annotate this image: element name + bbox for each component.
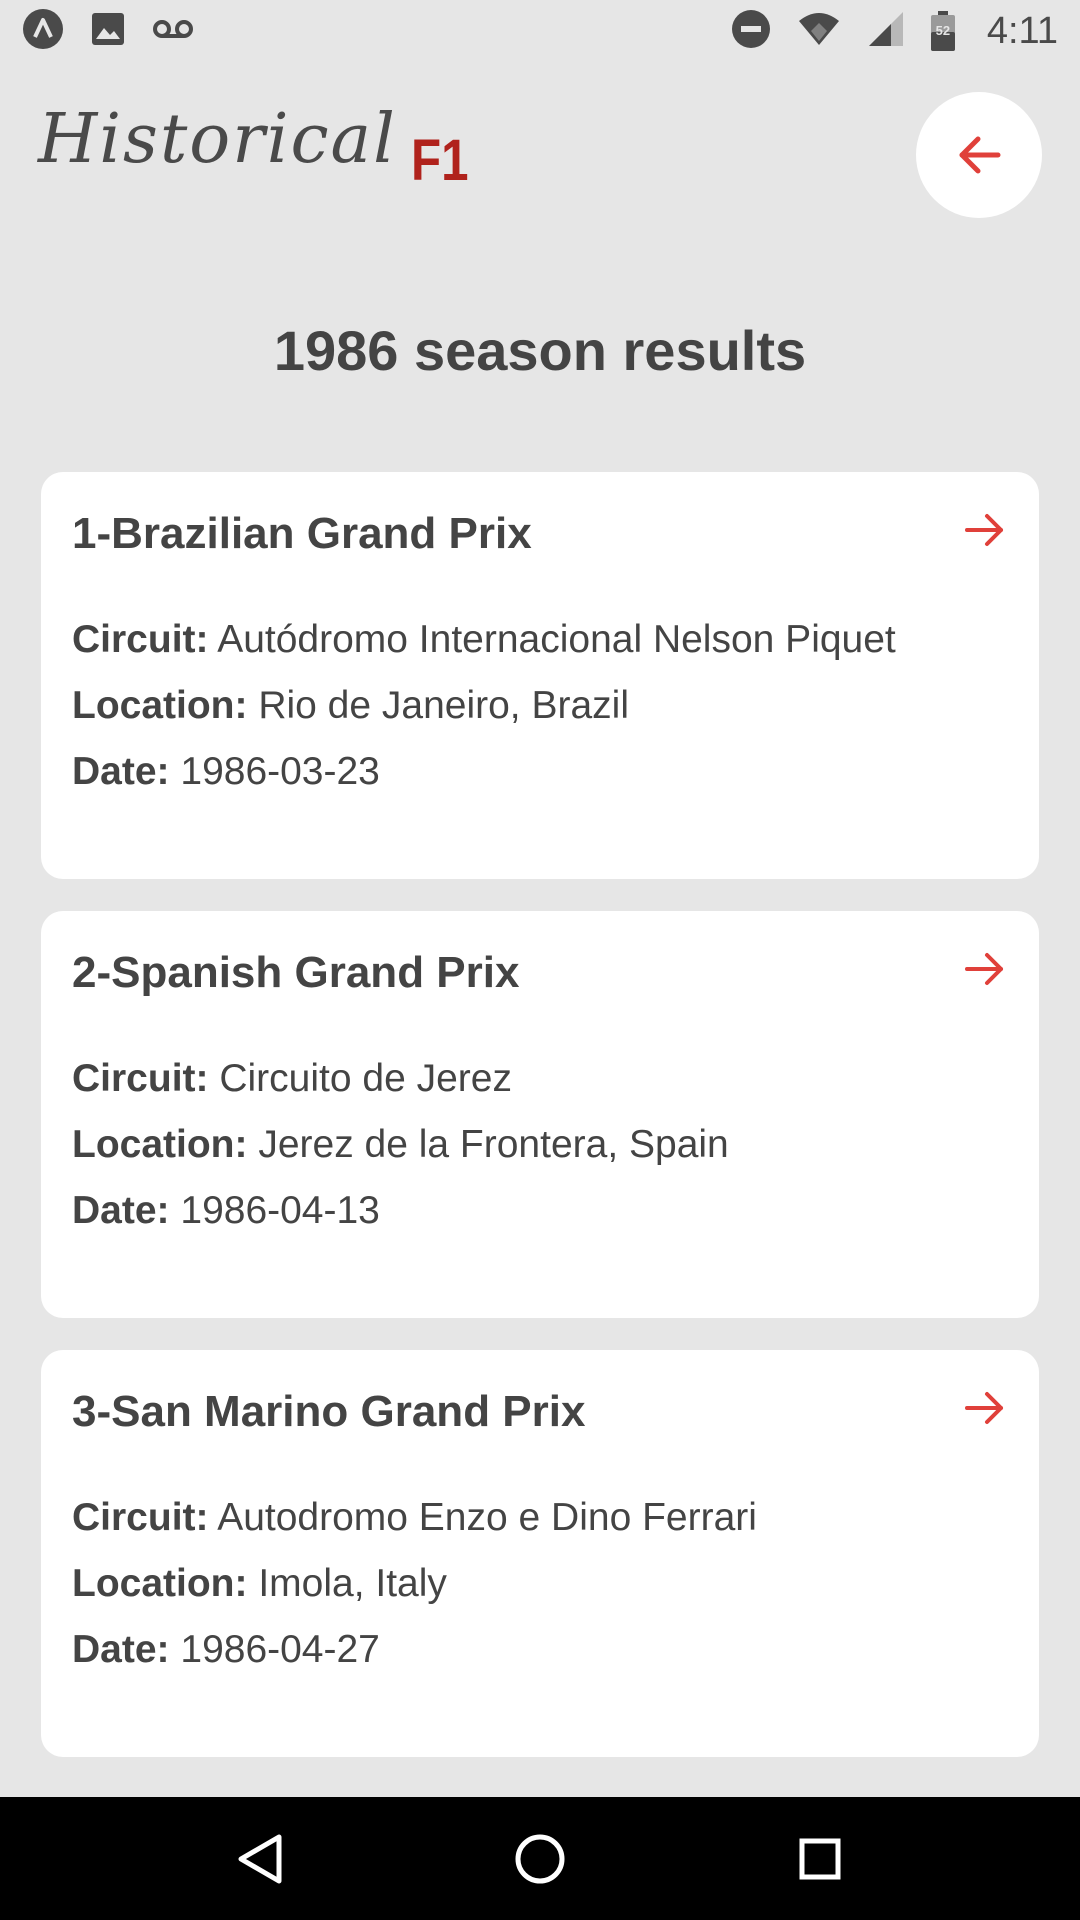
arrow-right-icon[interactable] xyxy=(963,1386,1007,1430)
image-icon xyxy=(90,11,126,52)
race-location: Location: Rio de Janeiro, Brazil xyxy=(72,673,1008,739)
race-title: 2-Spanish Grand Prix xyxy=(72,948,520,997)
date-label: Date: xyxy=(72,1627,170,1671)
status-time: 4:11 xyxy=(986,9,1058,52)
circuit-value: Autodromo Enzo e Dino Ferrari xyxy=(217,1495,757,1539)
race-date: Date: 1986-03-23 xyxy=(72,739,1008,805)
race-circuit: Circuit: Autódromo Internacional Nelson … xyxy=(72,607,1008,673)
location-value: Imola, Italy xyxy=(258,1561,447,1605)
location-label: Location: xyxy=(72,1122,248,1166)
app-logo: Historical F1 xyxy=(38,100,479,190)
race-title: 3-San Marino Grand Prix xyxy=(72,1387,586,1436)
date-value: 1986-04-13 xyxy=(180,1188,380,1232)
nav-recents-button[interactable] xyxy=(780,1819,860,1899)
date-label: Date: xyxy=(72,1188,170,1232)
nav-home-button[interactable] xyxy=(500,1819,580,1899)
back-triangle-icon xyxy=(238,1834,282,1883)
circuit-value: Autódromo Internacional Nelson Piquet xyxy=(217,617,896,661)
back-button[interactable] xyxy=(916,92,1042,218)
page-title: 1986 season results xyxy=(273,319,807,382)
status-icons-right: 52 4:11 xyxy=(731,9,1058,54)
race-date: Date: 1986-04-13 xyxy=(72,1178,1008,1244)
logo-f1-mark: F1 xyxy=(410,128,469,193)
signal-icon xyxy=(867,10,905,53)
screen: 52 4:11 Historical F1 1986 season result… xyxy=(0,0,1080,1920)
wifi-icon xyxy=(797,11,841,52)
race-title: 1-Brazilian Grand Prix xyxy=(72,509,532,558)
status-icons-left xyxy=(22,8,194,55)
home-circle-icon xyxy=(515,1834,565,1883)
do-not-disturb-icon xyxy=(731,9,771,54)
race-card-2[interactable]: 2-Spanish Grand Prix Circuit: Circuito d… xyxy=(41,911,1039,1318)
arrow-right-icon[interactable] xyxy=(963,947,1007,991)
circuit-value: Circuito de Jerez xyxy=(219,1056,512,1100)
race-circuit: Circuit: Autodromo Enzo e Dino Ferrari xyxy=(72,1485,1008,1551)
location-value: Rio de Janeiro, Brazil xyxy=(258,683,629,727)
circuit-label: Circuit: xyxy=(72,1495,209,1539)
logo-script-text: Historical xyxy=(38,100,397,179)
voicemail-icon xyxy=(152,17,194,46)
race-circuit: Circuit: Circuito de Jerez xyxy=(72,1046,1008,1112)
date-value: 1986-04-27 xyxy=(180,1627,380,1671)
status-bar: 52 4:11 xyxy=(0,0,1080,62)
battery-level: 52 xyxy=(935,23,951,38)
race-list: 1-Brazilian Grand Prix Circuit: Autódrom… xyxy=(41,472,1039,1789)
circuit-label: Circuit: xyxy=(72,617,209,661)
race-location: Location: Jerez de la Frontera, Spain xyxy=(72,1112,1008,1178)
recents-square-icon xyxy=(799,1838,841,1879)
date-value: 1986-03-23 xyxy=(180,749,380,793)
app-header: Historical F1 xyxy=(38,92,1042,222)
circuit-label: Circuit: xyxy=(72,1056,209,1100)
location-value: Jerez de la Frontera, Spain xyxy=(258,1122,729,1166)
location-label: Location: xyxy=(72,683,248,727)
arrow-right-icon[interactable] xyxy=(963,508,1007,552)
date-label: Date: xyxy=(72,749,170,793)
location-label: Location: xyxy=(72,1561,248,1605)
race-card-3[interactable]: 3-San Marino Grand Prix Circuit: Autodro… xyxy=(41,1350,1039,1757)
arrow-left-icon xyxy=(959,136,1001,174)
battery-icon: 52 xyxy=(930,11,955,51)
race-date: Date: 1986-04-27 xyxy=(72,1617,1008,1683)
nav-back-button[interactable] xyxy=(220,1819,300,1899)
system-nav-bar xyxy=(0,1797,1080,1920)
app-notification-icon xyxy=(22,8,64,55)
race-card-1[interactable]: 1-Brazilian Grand Prix Circuit: Autódrom… xyxy=(41,472,1039,879)
race-location: Location: Imola, Italy xyxy=(72,1551,1008,1617)
